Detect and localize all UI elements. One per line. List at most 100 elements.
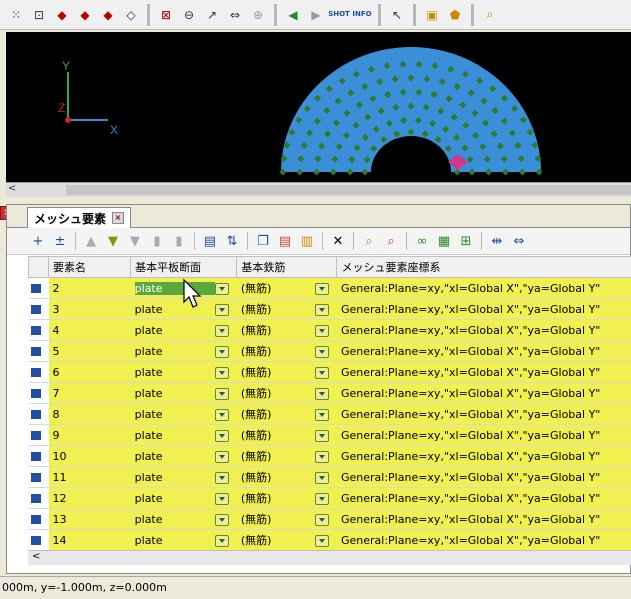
rebar-dropdown-icon[interactable]	[315, 409, 329, 421]
section-dropdown-icon[interactable]	[215, 283, 229, 295]
rebar-dropdown-icon[interactable]	[315, 514, 329, 526]
cell-coordinate-system[interactable]: General:Plane=xy,"xl=Global X","ya=Globa…	[337, 320, 631, 341]
cell-id[interactable]: 5	[49, 341, 131, 362]
copy-icon[interactable]: ❐	[254, 232, 272, 250]
table-row[interactable]: 2plate(無筋)General:Plane=xy,"xl=Global X"…	[29, 278, 631, 299]
tab-mesh-elements[interactable]: メッシュ要素 ×	[27, 207, 131, 228]
link-icon[interactable]: ∞	[413, 232, 431, 250]
cell-section[interactable]: plate	[131, 530, 237, 551]
view-back-icon[interactable]: ◆	[75, 5, 95, 25]
table-row[interactable]: 13plate(無筋)General:Plane=xy,"xl=Global X…	[29, 509, 631, 530]
back-icon[interactable]: ◀	[283, 5, 303, 25]
cell-rebar[interactable]: (無筋)	[237, 362, 337, 383]
cell-id[interactable]: 6	[49, 362, 131, 383]
fit-columns-icon[interactable]: ⇔	[510, 232, 528, 250]
sort-ab-icon[interactable]: ⇅	[223, 232, 241, 250]
cell-id[interactable]: 12	[49, 488, 131, 509]
rebar-dropdown-icon[interactable]	[315, 472, 329, 484]
viewport-hscroll[interactable]: <	[6, 182, 631, 197]
cell-rebar[interactable]: (無筋)	[237, 404, 337, 425]
column-header-id[interactable]: 要素名	[49, 257, 131, 278]
cell-rebar[interactable]: (無筋)	[237, 530, 337, 551]
cell-id[interactable]: 4	[49, 320, 131, 341]
rebar-dropdown-icon[interactable]	[315, 346, 329, 358]
cell-coordinate-system[interactable]: General:Plane=xy,"xl=Global X","ya=Globa…	[337, 278, 631, 299]
section-dropdown-icon[interactable]	[215, 430, 229, 442]
table-row[interactable]: 10plate(無筋)General:Plane=xy,"xl=Global X…	[29, 446, 631, 467]
move-down-icon[interactable]: ▼	[104, 232, 122, 250]
expand-icon[interactable]: ⇹	[488, 232, 506, 250]
target-icon[interactable]: ⊕	[248, 5, 268, 25]
forward-icon[interactable]: ▶	[306, 5, 326, 25]
section-dropdown-icon[interactable]	[215, 367, 229, 379]
find-replace-icon[interactable]: ⌕	[382, 232, 400, 250]
move-up-icon[interactable]: ▲	[82, 232, 100, 250]
row-indicator[interactable]	[29, 341, 49, 362]
row-indicator[interactable]	[29, 530, 49, 551]
section-dropdown-icon[interactable]	[215, 409, 229, 421]
cell-section[interactable]: plate	[131, 320, 237, 341]
cell-rebar[interactable]: (無筋)	[237, 383, 337, 404]
select-box-icon[interactable]: ▣	[422, 5, 442, 25]
cell-id[interactable]: 10	[49, 446, 131, 467]
paste-icon[interactable]: ▤	[276, 232, 294, 250]
cell-section[interactable]: plate	[131, 341, 237, 362]
cell-id[interactable]: 13	[49, 509, 131, 530]
section-dropdown-icon[interactable]	[215, 346, 229, 358]
cell-section[interactable]: plate	[131, 362, 237, 383]
row-indicator[interactable]	[29, 278, 49, 299]
section-dropdown-icon[interactable]	[215, 388, 229, 400]
column-header-rebar[interactable]: 基本鉄筋	[237, 257, 337, 278]
fit-icon[interactable]: ⊡	[29, 5, 49, 25]
cell-section[interactable]: plate	[131, 446, 237, 467]
paste-special-icon[interactable]: ▥	[298, 232, 316, 250]
rebar-dropdown-icon[interactable]	[315, 388, 329, 400]
row-indicator[interactable]	[29, 488, 49, 509]
table-row[interactable]: 11plate(無筋)General:Plane=xy,"xl=Global X…	[29, 467, 631, 488]
column-header-section[interactable]: 基本平板断面	[131, 257, 237, 278]
magnify-icon[interactable]: ⌕	[480, 5, 500, 25]
cell-coordinate-system[interactable]: General:Plane=xy,"xl=Global X","ya=Globa…	[337, 509, 631, 530]
scroll-thumb[interactable]	[66, 185, 631, 195]
rotate-icon[interactable]: ↗	[202, 5, 222, 25]
cell-id[interactable]: 7	[49, 383, 131, 404]
cell-coordinate-system[interactable]: General:Plane=xy,"xl=Global X","ya=Globa…	[337, 425, 631, 446]
cell-rebar[interactable]: (無筋)	[237, 425, 337, 446]
shot-icon[interactable]: SHOT	[329, 5, 349, 25]
table-row[interactable]: 6plate(無筋)General:Plane=xy,"xl=Global X"…	[29, 362, 631, 383]
rebar-dropdown-icon[interactable]	[315, 367, 329, 379]
section-dropdown-icon[interactable]	[215, 304, 229, 316]
select-all-icon[interactable]: ⁙	[6, 5, 26, 25]
rebar-dropdown-icon[interactable]	[315, 535, 329, 547]
view-iso-icon[interactable]: ◆	[98, 5, 118, 25]
table-row[interactable]: 9plate(無筋)General:Plane=xy,"xl=Global X"…	[29, 425, 631, 446]
row-indicator[interactable]	[29, 467, 49, 488]
row-indicator[interactable]	[29, 404, 49, 425]
row-indicator[interactable]	[29, 362, 49, 383]
rebar-dropdown-icon[interactable]	[315, 304, 329, 316]
cell-id[interactable]: 2	[49, 278, 131, 299]
cell-rebar[interactable]: (無筋)	[237, 320, 337, 341]
cell-coordinate-system[interactable]: General:Plane=xy,"xl=Global X","ya=Globa…	[337, 467, 631, 488]
table-row[interactable]: 4plate(無筋)General:Plane=xy,"xl=Global X"…	[29, 320, 631, 341]
row-indicator[interactable]	[29, 446, 49, 467]
table-row[interactable]: 12plate(無筋)General:Plane=xy,"xl=Global X…	[29, 488, 631, 509]
zoom-out-icon[interactable]: ⊖	[179, 5, 199, 25]
cell-coordinate-system[interactable]: General:Plane=xy,"xl=Global X","ya=Globa…	[337, 530, 631, 551]
insert-row-icon[interactable]: ±	[51, 232, 69, 250]
row-indicator[interactable]	[29, 320, 49, 341]
model-viewport[interactable]: Y Z X	[6, 32, 631, 182]
view-side-icon[interactable]: ◇	[121, 5, 141, 25]
row-indicator[interactable]	[29, 383, 49, 404]
cell-id[interactable]: 3	[49, 299, 131, 320]
cell-id[interactable]: 11	[49, 467, 131, 488]
table-row[interactable]: 5plate(無筋)General:Plane=xy,"xl=Global X"…	[29, 341, 631, 362]
cell-coordinate-system[interactable]: General:Plane=xy,"xl=Global X","ya=Globa…	[337, 446, 631, 467]
section-dropdown-icon[interactable]	[215, 493, 229, 505]
cell-rebar[interactable]: (無筋)	[237, 446, 337, 467]
scroll-left-icon[interactable]: <	[32, 551, 40, 562]
rebar-dropdown-icon[interactable]	[315, 430, 329, 442]
cell-id[interactable]: 14	[49, 530, 131, 551]
table-row[interactable]: 3plate(無筋)General:Plane=xy,"xl=Global X"…	[29, 299, 631, 320]
scroll-left-icon[interactable]: <	[8, 183, 16, 194]
